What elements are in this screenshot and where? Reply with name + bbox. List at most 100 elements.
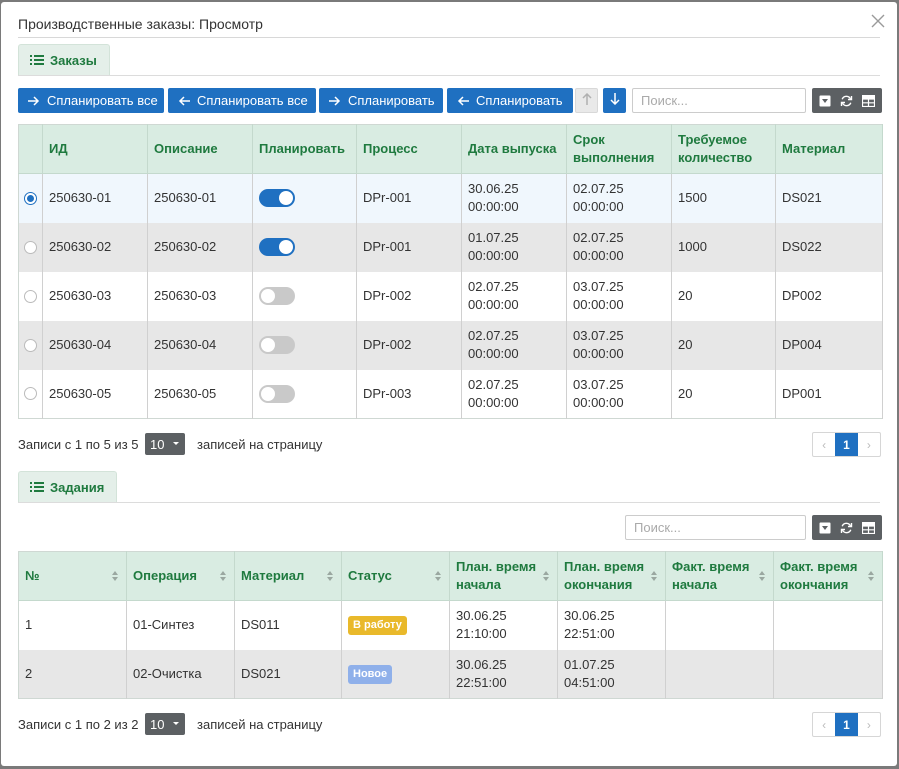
tab-orders[interactable]: Заказы <box>18 44 110 75</box>
sort-icon <box>326 570 334 582</box>
column-header-num[interactable]: № <box>18 551 127 601</box>
dropdown-icon[interactable] <box>819 95 831 107</box>
dialog-title: Производственные заказы: Просмотр <box>18 16 263 32</box>
tasks-page-size-select[interactable]: 10 <box>145 713 185 735</box>
column-header-operation[interactable]: Операция <box>126 551 235 601</box>
refresh-icon[interactable] <box>840 95 853 107</box>
cell-release-date: 30.06.25 00:00:00 <box>461 173 567 223</box>
title-divider <box>18 37 880 38</box>
tab-tasks[interactable]: Задания <box>18 471 118 502</box>
sort-icon <box>434 570 442 582</box>
cell-material: DS021 <box>775 173 883 223</box>
plan-toggle[interactable] <box>259 287 295 305</box>
page-button-current[interactable]: 1 <box>835 713 858 736</box>
prev-page-button[interactable]: ‹ <box>813 433 835 456</box>
unschedule-all-button[interactable]: Спланировать все <box>168 88 316 113</box>
cell-quantity: 20 <box>671 320 776 370</box>
column-header-due-date[interactable]: Срок выполнения <box>566 124 672 174</box>
dropdown-icon[interactable] <box>819 522 831 534</box>
arrow-right-icon <box>28 95 40 106</box>
cell-due-date: 03.07.25 00:00:00 <box>566 320 672 370</box>
cell-num: 1 <box>18 600 127 650</box>
column-header-status[interactable]: Статус <box>341 551 450 601</box>
table-row[interactable]: 250630-03 250630-03 DPr-002 02.07.25 00:0… <box>18 271 883 321</box>
row-radio[interactable] <box>24 289 37 303</box>
column-header-quantity[interactable]: Требуемое количество <box>671 124 776 174</box>
column-header-material[interactable]: Материал <box>234 551 342 601</box>
table-row[interactable]: 2 02-Очистка DS021 Новое 30.06.25 22:51:0… <box>18 649 883 699</box>
page-size-value: 10 <box>150 716 165 732</box>
orders-search-input[interactable] <box>632 88 806 113</box>
tab-divider <box>18 75 880 76</box>
column-header-plan[interactable]: Планировать <box>252 124 357 174</box>
tasks-table: № Операция Материал Статус План. время н… <box>18 551 883 699</box>
schedule-all-label: Спланировать все <box>47 93 158 108</box>
dialog: Производственные заказы: Просмотр Заказы… <box>1 2 897 766</box>
next-page-button[interactable]: › <box>858 433 880 456</box>
next-page-button[interactable]: › <box>858 713 880 736</box>
tasks-per-page-label: записей на страницу <box>197 717 323 732</box>
table-row[interactable]: 250630-01 250630-01 DPr-001 30.06.25 00:0… <box>18 173 883 223</box>
cell-material: DS022 <box>775 222 883 272</box>
refresh-icon[interactable] <box>840 522 853 534</box>
orders-page-size-select[interactable]: 10 <box>145 433 185 455</box>
move-up-button[interactable] <box>575 88 598 113</box>
schedule-all-button[interactable]: Спланировать все <box>18 88 164 113</box>
list-icon <box>30 54 44 66</box>
plan-toggle[interactable] <box>259 384 295 403</box>
tasks-search-input[interactable] <box>625 515 806 540</box>
close-icon[interactable] <box>871 14 887 30</box>
status-badge: В работу <box>348 616 407 636</box>
orders-pagination: ‹ 1 › <box>812 432 881 457</box>
row-radio[interactable] <box>24 338 37 352</box>
row-radio[interactable] <box>24 387 37 401</box>
column-header-process[interactable]: Процесс <box>356 124 462 174</box>
plan-toggle[interactable] <box>259 238 295 256</box>
caret-down-icon <box>172 717 180 729</box>
orders-table: ИД Описание Планировать Процесс Дата вып… <box>18 124 883 419</box>
cell-due-date: 02.07.25 00:00:00 <box>566 222 672 272</box>
columns-icon[interactable] <box>861 521 875 534</box>
table-row[interactable]: 1 01-Синтез DS011 В работу 30.06.25 21:10… <box>18 600 883 650</box>
table-row[interactable]: 250630-04 250630-04 DPr-002 02.07.25 00:0… <box>18 320 883 370</box>
cell-release-date: 02.07.25 00:00:00 <box>461 369 567 419</box>
column-header-id[interactable]: ИД <box>42 124 148 174</box>
cell-process: DPr-001 <box>356 222 462 272</box>
column-header-fact-start[interactable]: Факт. время начала <box>665 551 774 601</box>
arrow-up-icon <box>581 92 592 108</box>
cell-fact-end <box>773 649 883 699</box>
cell-material: DP004 <box>775 320 883 370</box>
row-radio[interactable] <box>24 240 37 254</box>
columns-icon[interactable] <box>861 94 875 107</box>
cell-fact-start <box>665 649 774 699</box>
column-header-plan-end[interactable]: План. время окончания <box>557 551 666 601</box>
page-button-current[interactable]: 1 <box>835 433 858 456</box>
move-down-button[interactable] <box>603 88 626 113</box>
orders-header-row: ИД Описание Планировать Процесс Дата вып… <box>18 124 883 174</box>
unschedule-button[interactable]: Спланировать <box>447 88 573 113</box>
row-radio[interactable] <box>24 191 37 205</box>
cell-operation: 02-Очистка <box>126 649 235 699</box>
column-header-fact-end[interactable]: Факт. время окончания <box>773 551 883 601</box>
caret-down-icon <box>172 437 180 449</box>
table-row[interactable]: 250630-02 250630-02 DPr-001 01.07.25 00:0… <box>18 222 883 272</box>
cell-plan-end: 01.07.25 04:51:00 <box>557 649 666 699</box>
arrow-left-icon <box>178 95 190 106</box>
orders-toolbar-group <box>812 88 882 113</box>
column-header-plan-start[interactable]: План. время начала <box>449 551 558 601</box>
cell-quantity: 1000 <box>671 222 776 272</box>
table-row[interactable]: 250630-05 250630-05 DPr-003 02.07.25 00:0… <box>18 369 883 419</box>
cell-plan-start: 30.06.25 22:51:00 <box>449 649 558 699</box>
schedule-button[interactable]: Спланировать <box>319 88 443 113</box>
column-header-material[interactable]: Материал <box>775 124 883 174</box>
prev-page-button[interactable]: ‹ <box>813 713 835 736</box>
schedule-label: Спланировать <box>348 93 435 108</box>
plan-toggle[interactable] <box>259 189 295 208</box>
tab-divider <box>18 502 880 503</box>
plan-toggle[interactable] <box>259 336 295 354</box>
cell-id: 250630-03 <box>42 271 148 321</box>
sort-icon <box>867 570 875 582</box>
column-header-release-date[interactable]: Дата выпуска <box>461 124 567 174</box>
select-column-header <box>18 124 43 174</box>
column-header-description[interactable]: Описание <box>147 124 253 174</box>
